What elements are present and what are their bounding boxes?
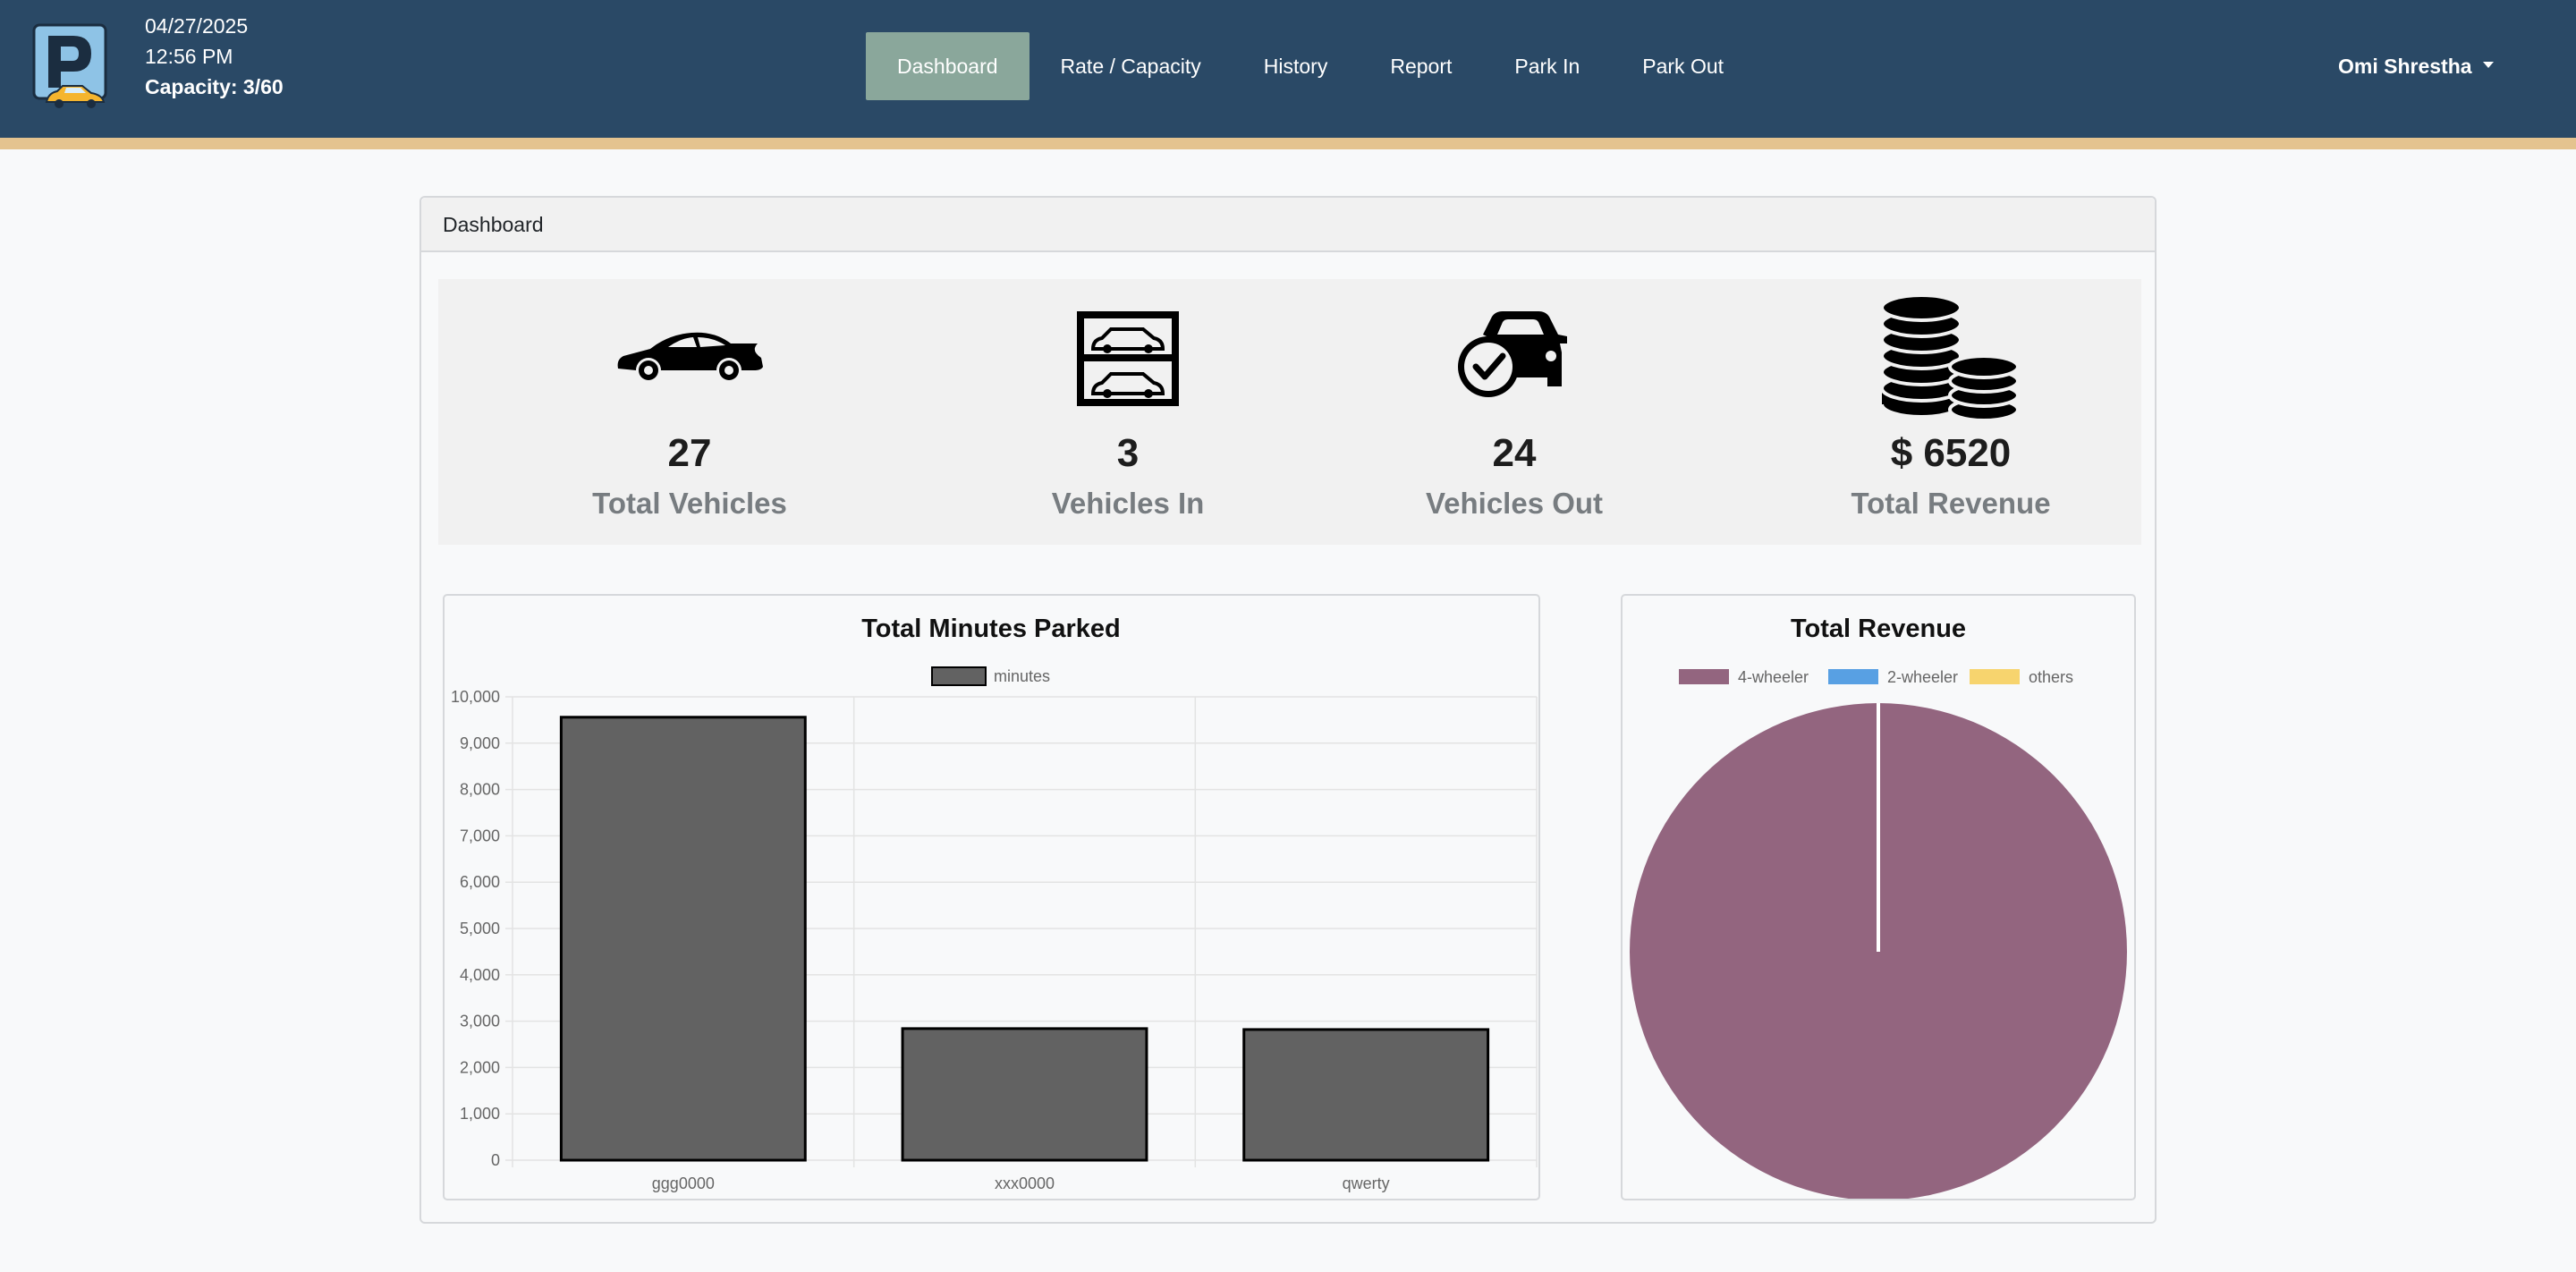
y-tick-label: 7,000 [460, 827, 500, 844]
stat-total-revenue: $ 6520 Total Revenue [1772, 279, 2130, 545]
current-date: 04/27/2025 [145, 14, 249, 38]
parking-logo-icon[interactable] [32, 23, 109, 109]
card-header: Dashboard [421, 198, 2155, 252]
coins-icon [1882, 293, 2020, 422]
total-vehicles-value: 27 [667, 431, 712, 475]
pie-legend-swatch-others[interactable] [1970, 669, 2020, 684]
bar-ggg0000[interactable] [559, 716, 807, 1162]
capacity-indicator: Capacity: 3/60 [145, 75, 284, 98]
pie-legend-swatch-2-wheeler[interactable] [1828, 669, 1878, 684]
total-vehicles-label: Total Vehicles [592, 487, 787, 520]
y-tick-label: 2,000 [460, 1058, 500, 1076]
vehicles-out-value: 24 [1492, 431, 1537, 475]
y-tick-label: 9,000 [460, 734, 500, 752]
top-navbar: 04/27/2025 12:56 PM Capacity: 3/60 Dashb… [0, 0, 2576, 138]
y-tick-label: 8,000 [460, 781, 500, 799]
total-revenue-label: Total Revenue [1851, 487, 2051, 520]
navbar-accent-stripe [0, 138, 2576, 149]
stat-total-vehicles: 27 Total Vehicles [511, 279, 869, 545]
brand-info: 04/27/2025 12:56 PM Capacity: 3/60 [145, 11, 284, 102]
chevron-down-icon [2482, 62, 2494, 69]
nav-history[interactable]: History [1233, 32, 1360, 100]
main-nav: Dashboard Rate / Capacity History Report… [866, 32, 1755, 100]
pie-legend-label-2-wheeler[interactable]: 2-wheeler [1887, 668, 1958, 686]
bar-xxx0000[interactable] [901, 1027, 1148, 1162]
nav-park-in[interactable]: Park In [1483, 32, 1611, 100]
bar-legend-swatch[interactable] [931, 666, 987, 686]
y-tick-label: 10,000 [451, 688, 500, 706]
pie-chart-title: Total Revenue [1791, 615, 1966, 643]
x-tick-label: ggg0000 [652, 1174, 715, 1192]
user-menu-dropdown[interactable]: Omi Shrestha [2338, 32, 2494, 100]
minutes-parked-chart-panel: Total Minutes Parked minutes 0 1,000 2,000… [443, 594, 1540, 1200]
x-tick-label: xxx0000 [995, 1174, 1055, 1192]
nav-rate-capacity[interactable]: Rate / Capacity [1030, 32, 1233, 100]
y-tick-label: 5,000 [460, 920, 500, 937]
pie-legend-swatch-4-wheeler[interactable] [1679, 669, 1729, 684]
car-icon [617, 332, 763, 380]
revenue-pie-chart-panel: Total Revenue 4-wheeler 2-wheeler others [1621, 594, 2136, 1200]
y-tick-label: 3,000 [460, 1013, 500, 1030]
pie-legend-label-4-wheeler[interactable]: 4-wheeler [1738, 668, 1809, 686]
y-tick-label: 0 [491, 1151, 500, 1169]
minutes-parked-bar-chart: Total Minutes Parked minutes 0 1,000 2,000… [451, 615, 1538, 1192]
stats-row: 27 Total Vehicles 3 Vehicles In 24 Vehic… [438, 279, 2141, 545]
user-name: Omi Shrestha [2338, 55, 2472, 78]
stat-vehicles-out: 24 Vehicles Out [1335, 279, 1693, 545]
nav-report[interactable]: Report [1359, 32, 1483, 100]
revenue-pie-chart: Total Revenue 4-wheeler 2-wheeler others [1630, 615, 2127, 1199]
bar-qwerty[interactable] [1242, 1028, 1490, 1162]
dashboard-card: Dashboard 27 Total Vehicles 3 Vehicles I… [419, 196, 2157, 1224]
x-tick-label: qwerty [1343, 1174, 1390, 1192]
vehicles-in-value: 3 [1116, 431, 1140, 475]
nav-dashboard[interactable]: Dashboard [866, 32, 1030, 100]
bar-chart-title: Total Minutes Parked [861, 615, 1121, 643]
nav-park-out[interactable]: Park Out [1611, 32, 1755, 100]
y-tick-label: 6,000 [460, 873, 500, 891]
total-revenue-value: $ 6520 [1890, 431, 2012, 475]
y-tick-label: 1,000 [460, 1105, 500, 1123]
bar-legend-label[interactable]: minutes [994, 667, 1050, 685]
vehicles-in-label: Vehicles In [1051, 487, 1205, 520]
parking-garage-icon [1077, 311, 1179, 406]
stat-vehicles-in: 3 Vehicles In [949, 279, 1307, 545]
current-time: 12:56 PM [145, 45, 233, 68]
vehicles-out-label: Vehicles Out [1425, 487, 1604, 520]
car-checked-icon [1458, 311, 1567, 397]
y-tick-label: 4,000 [460, 966, 500, 984]
pie-legend-label-others[interactable]: others [2029, 668, 2073, 686]
